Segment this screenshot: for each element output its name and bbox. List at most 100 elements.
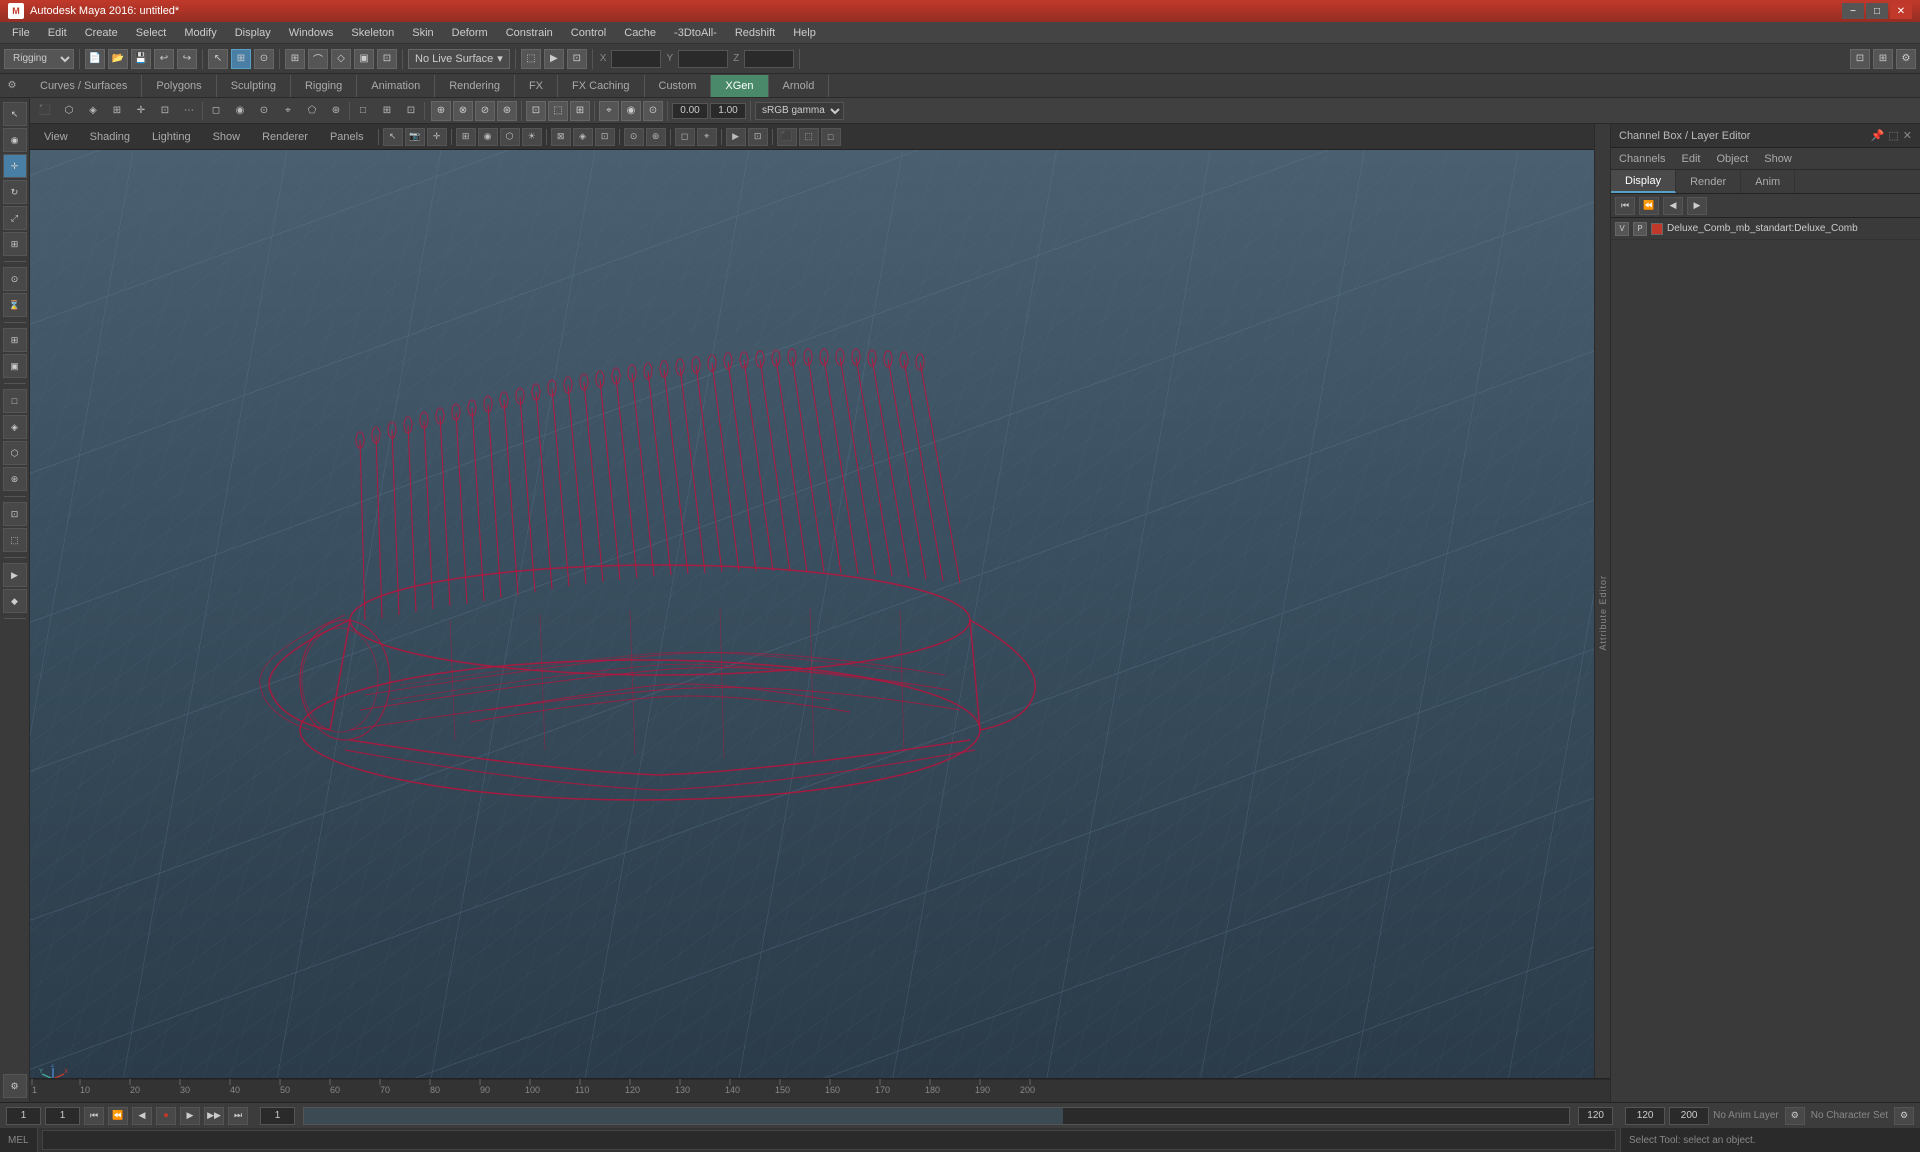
playback-total-input[interactable]: [1669, 1107, 1709, 1125]
vp-wireframe-btn[interactable]: ⊞: [456, 128, 476, 146]
range-slider[interactable]: [303, 1107, 1570, 1125]
shelf-icon2[interactable]: ◈: [82, 100, 104, 122]
shelf-paint-select[interactable]: ◉: [3, 128, 27, 152]
playback-end-input[interactable]: [1625, 1107, 1665, 1125]
shelf-settings[interactable]: ⚙: [3, 1074, 27, 1098]
tab-sculpting[interactable]: Sculpting: [217, 75, 291, 97]
shelf-render2[interactable]: ⬚: [3, 528, 27, 552]
menu-skin[interactable]: Skin: [404, 25, 441, 41]
shelf-icon6[interactable]: ⋯: [178, 100, 200, 122]
vp-overlay-btn[interactable]: ◈: [573, 128, 593, 146]
x-input[interactable]: [611, 50, 661, 68]
render-btn[interactable]: ▶: [544, 49, 564, 69]
cb-menu-channels[interactable]: Channels: [1615, 151, 1669, 167]
current-frame-input[interactable]: [45, 1107, 80, 1125]
snap-surface-btn[interactable]: ▣: [354, 49, 374, 69]
new-file-btn[interactable]: 📄: [85, 49, 105, 69]
layer-nav-prev-prev[interactable]: ⏪: [1639, 197, 1659, 215]
vp-menu-panels[interactable]: Panels: [320, 129, 374, 145]
shelf-soft-mod[interactable]: ⊙: [3, 267, 27, 291]
shelf-snap-surface[interactable]: ▣: [3, 354, 27, 378]
shelf-val1-input[interactable]: [672, 103, 708, 119]
vp-select2-btn[interactable]: ◻: [675, 128, 695, 146]
timeline-svg[interactable]: 1 10 20 30 40 50 60 70 80 90 100 110 120: [30, 1079, 1610, 1102]
shelf-view-btn3[interactable]: ⊞: [570, 101, 590, 121]
shelf-num-btn2[interactable]: ⊗: [453, 101, 473, 121]
shelf-rotate-tool[interactable]: ↻: [3, 180, 27, 204]
select-tool-btn[interactable]: ↖: [208, 49, 228, 69]
tab-fx-caching[interactable]: FX Caching: [558, 75, 644, 97]
vp-3d-view[interactable]: ⊡: [400, 100, 422, 122]
shelf-icon5[interactable]: ⊡: [154, 100, 176, 122]
ipr-render-btn[interactable]: ⊡: [567, 49, 587, 69]
cb-menu-object[interactable]: Object: [1712, 151, 1752, 167]
range-start-input[interactable]: [260, 1107, 295, 1125]
shelf-num-btn3[interactable]: ⊘: [475, 101, 495, 121]
render-region-btn[interactable]: ⬚: [521, 49, 541, 69]
y-input[interactable]: [678, 50, 728, 68]
shelf-obj2[interactable]: ◈: [3, 415, 27, 439]
shelf-icon10[interactable]: ⌖: [277, 100, 299, 122]
layer-nav-prev[interactable]: ◀: [1663, 197, 1683, 215]
maximize-button[interactable]: □: [1866, 3, 1888, 19]
playback-go-end[interactable]: ⏭: [228, 1107, 248, 1125]
menu-3dtoall[interactable]: -3DtoAll-: [666, 25, 725, 41]
undo-btn[interactable]: ↩: [154, 49, 174, 69]
z-input[interactable]: [744, 50, 794, 68]
shelf-sculpt[interactable]: ⌛: [3, 293, 27, 317]
layer-tab-anim[interactable]: Anim: [1741, 170, 1795, 193]
vp-menu-shading[interactable]: Shading: [80, 129, 140, 145]
tab-xgen[interactable]: XGen: [711, 75, 768, 97]
shelf-icon1[interactable]: ⬡: [58, 100, 80, 122]
menu-skeleton[interactable]: Skeleton: [343, 25, 402, 41]
lasso-tool-btn[interactable]: ⊙: [254, 49, 274, 69]
playback-play-forward[interactable]: ▶: [180, 1107, 200, 1125]
gamma-dropdown[interactable]: sRGB gamma: [755, 102, 844, 120]
menu-select[interactable]: Select: [128, 25, 175, 41]
shelf-scale-tool[interactable]: ⤢: [3, 206, 27, 230]
menu-cache[interactable]: Cache: [616, 25, 664, 41]
attr-editor-toggle[interactable]: ⊞: [1873, 49, 1893, 69]
playback-step-forward[interactable]: ▶▶: [204, 1107, 224, 1125]
tab-custom[interactable]: Custom: [645, 75, 712, 97]
playback-go-start[interactable]: ⏮: [84, 1107, 104, 1125]
vp-menu-renderer[interactable]: Renderer: [252, 129, 318, 145]
mel-input[interactable]: [42, 1130, 1616, 1150]
vp-select-btn[interactable]: ↖: [383, 128, 403, 146]
menu-create[interactable]: Create: [77, 25, 126, 41]
vp-xray-btn[interactable]: ⊛: [646, 128, 666, 146]
channel-box-float-icon[interactable]: ⬚: [1888, 129, 1898, 142]
vp-snap-btn[interactable]: ⌖: [697, 128, 717, 146]
menu-windows[interactable]: Windows: [281, 25, 342, 41]
shelf-snap-btn1[interactable]: ⌖: [599, 101, 619, 121]
vp-menu-lighting[interactable]: Lighting: [142, 129, 201, 145]
shelf-obj1[interactable]: □: [3, 389, 27, 413]
frame-start-input[interactable]: [6, 1107, 41, 1125]
transform-tool-btn[interactable]: ⊞: [231, 49, 251, 69]
channel-box-close-icon[interactable]: ✕: [1903, 129, 1912, 142]
tab-animation[interactable]: Animation: [357, 75, 435, 97]
range-end-input[interactable]: [1578, 1107, 1613, 1125]
shelf-icon7[interactable]: ◻: [205, 100, 227, 122]
layer-nav-first[interactable]: ⏮: [1615, 197, 1635, 215]
shelf-render1[interactable]: ⊡: [3, 502, 27, 526]
layer-nav-next[interactable]: ▶: [1687, 197, 1707, 215]
menu-constrain[interactable]: Constrain: [498, 25, 561, 41]
playback-prev-frame[interactable]: ◀: [132, 1107, 152, 1125]
vp-menu-view[interactable]: View: [34, 129, 78, 145]
snap-grid-btn[interactable]: ⊞: [285, 49, 305, 69]
shelf-icon4[interactable]: ✛: [130, 100, 152, 122]
vp-res2-btn[interactable]: ⬚: [799, 128, 819, 146]
workspace-dropdown[interactable]: Rigging: [4, 49, 74, 69]
tab-rendering[interactable]: Rendering: [435, 75, 515, 97]
shelf-snap-btn3[interactable]: ⊙: [643, 101, 663, 121]
cb-menu-show[interactable]: Show: [1760, 151, 1796, 167]
vp-four-view[interactable]: ⊞: [376, 100, 398, 122]
cb-menu-edit[interactable]: Edit: [1677, 151, 1704, 167]
vp-res1-btn[interactable]: ⬛: [777, 128, 797, 146]
menu-deform[interactable]: Deform: [444, 25, 496, 41]
tab-arnold[interactable]: Arnold: [769, 75, 830, 97]
shelf-num-btn1[interactable]: ⊕: [431, 101, 451, 121]
shelf-icon8[interactable]: ◉: [229, 100, 251, 122]
tab-fx[interactable]: FX: [515, 75, 558, 97]
